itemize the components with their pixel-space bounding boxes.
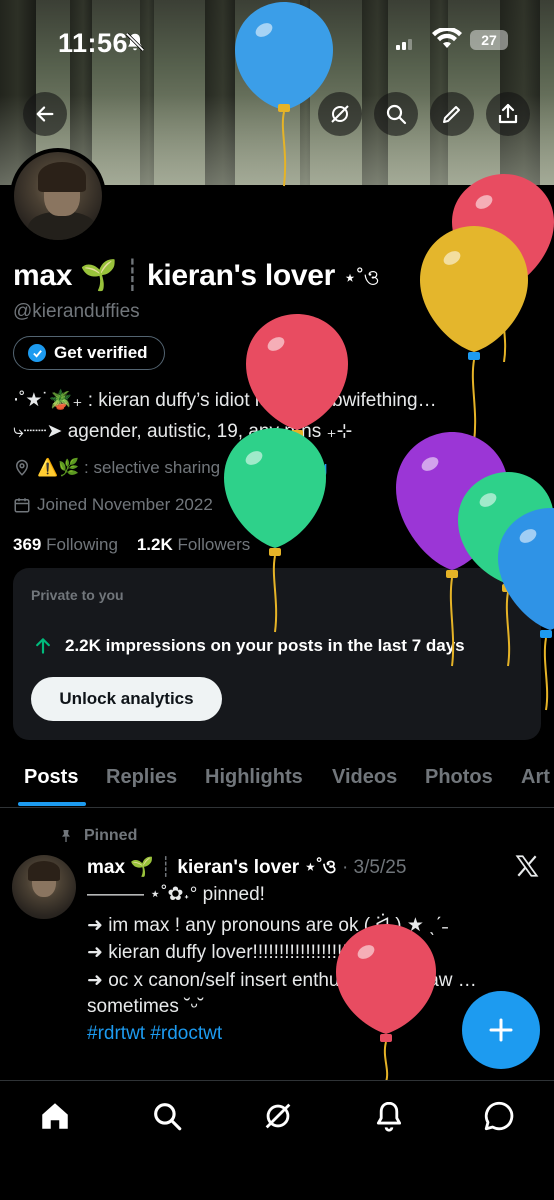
arrow-up-icon — [36, 638, 50, 654]
search-icon — [386, 104, 407, 125]
share-button[interactable] — [486, 92, 530, 136]
followers-link[interactable]: 1.2K Followers — [137, 535, 250, 554]
grok-icon[interactable] — [261, 1099, 295, 1133]
post-hashtags[interactable]: #rdrtwt #rdoctwt — [87, 1023, 222, 1045]
impressions-summary: 2.2K impressions on your posts in the la… — [33, 636, 465, 656]
private-label: Private to you — [31, 587, 124, 603]
profile-location: ⚠️🌿 : selective sharing — [37, 458, 221, 477]
display-name: max 🌱 ┊ kieran's lover ⋆˚ও — [13, 259, 380, 292]
tab-highlights[interactable]: Highlights — [205, 766, 303, 789]
pin-icon — [62, 830, 70, 842]
arrow-left-icon — [36, 106, 54, 122]
bottom-navigation — [0, 1080, 554, 1200]
x-logo-icon — [515, 855, 539, 877]
search-button[interactable] — [374, 92, 418, 136]
follow-stats: 369 Following 1.2K Followers — [13, 535, 250, 555]
status-bar: 11:56 27 — [0, 0, 554, 80]
post-author-avatar[interactable] — [12, 855, 76, 919]
plus-icon — [489, 1018, 513, 1042]
bio-line-2: ⤷┈┈➤ agender, autistic, 19, any prns ₊⊹ — [13, 421, 353, 442]
pinned-indicator: Pinned — [58, 827, 137, 845]
tab-videos[interactable]: Videos — [332, 766, 397, 789]
balloon-red-right — [452, 174, 554, 362]
share-icon — [498, 103, 518, 124]
home-icon[interactable] — [38, 1099, 72, 1133]
post-text-line-3: ➜ kieran duffy lover!!!!!!!!!!!!!!!!!!!!… — [87, 942, 364, 963]
pencil-icon — [443, 106, 460, 123]
chat-bubble-icon[interactable] — [482, 1099, 516, 1133]
bell-off-icon — [125, 32, 145, 52]
tab-photos[interactable]: Photos — [425, 766, 493, 789]
unlock-analytics-button[interactable]: Unlock analytics — [31, 677, 222, 721]
profile-meta-row: ⚠️🌿 : selective sharing arab.org — [13, 458, 327, 478]
joined-date: Joined November 2022 — [37, 495, 213, 514]
following-link[interactable]: 369 Following — [13, 535, 118, 554]
bell-icon[interactable] — [372, 1099, 406, 1133]
edit-button[interactable] — [430, 92, 474, 136]
grok-button[interactable] — [318, 92, 362, 136]
post-text-line-2: ➜ im max ! any pronouns are ok ( ᐛ ) ★ ˎ… — [87, 915, 449, 936]
verified-badge-icon — [28, 344, 46, 362]
profile-tabs: Posts Replies Highlights Videos Photos A… — [0, 752, 554, 808]
profile-handle: @kieranduffies — [13, 301, 140, 322]
link-icon — [242, 461, 257, 475]
compose-button[interactable] — [462, 991, 540, 1069]
profile-avatar[interactable] — [10, 148, 106, 244]
status-time: 11:56 — [58, 28, 129, 58]
wifi-icon — [432, 28, 462, 48]
tab-art[interactable]: Art — [521, 766, 550, 789]
get-verified-button[interactable]: Get verified — [13, 336, 165, 370]
joined-row: Joined November 2022 — [13, 495, 213, 515]
tab-replies[interactable]: Replies — [106, 766, 177, 789]
post-text-line-5: sometimes ˘ᵕ˘ — [87, 996, 204, 1017]
post-text-line-1: ——— ⋆˚✿˖° pinned! — [87, 884, 265, 905]
battery-indicator: 27 — [470, 30, 508, 50]
analytics-card: Private to you 2.2K impressions on your … — [13, 568, 541, 740]
search-icon[interactable] — [150, 1099, 184, 1133]
post-author-line[interactable]: max 🌱 ┊ kieran's lover ⋆˚ও · 3/5/25 — [87, 853, 406, 885]
signal-icon — [396, 39, 412, 50]
grok-icon — [331, 105, 349, 123]
location-pin-icon — [15, 459, 29, 476]
bio-line-1: ⋅˚★˙🪴₊ : kieran duffy’s idiot loser husb… — [13, 390, 437, 411]
post-text-line-4: ➜ oc x canon/self insert enthusiast & i … — [87, 970, 477, 991]
profile-website-link[interactable]: arab.org — [264, 458, 327, 478]
calendar-icon — [14, 498, 30, 513]
active-tab-indicator — [18, 802, 86, 806]
back-button[interactable] — [23, 92, 67, 136]
tab-posts[interactable]: Posts — [24, 766, 78, 789]
